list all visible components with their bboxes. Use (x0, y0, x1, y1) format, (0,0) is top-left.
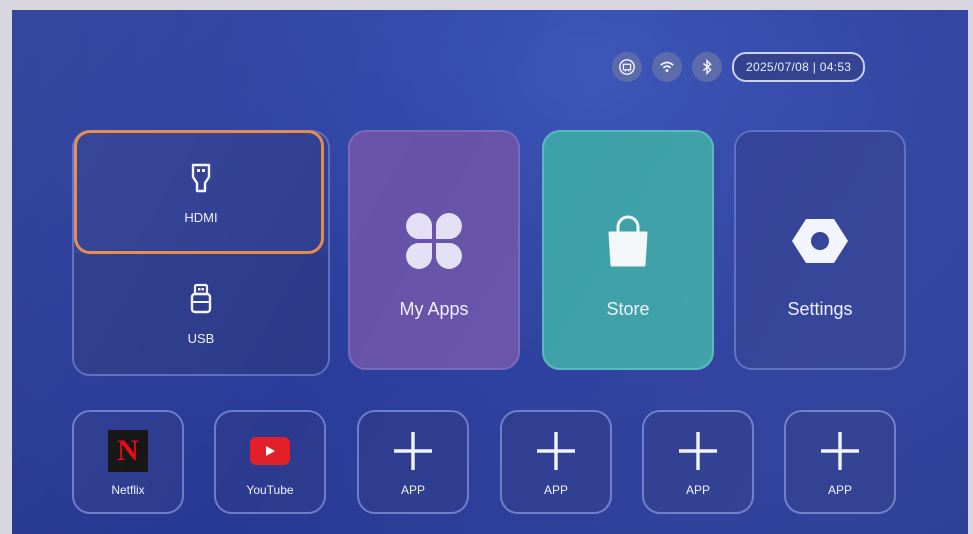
add-app-tile[interactable]: APP (357, 410, 469, 514)
apps-grid-icon (402, 201, 466, 281)
plus-icon (817, 427, 863, 475)
netflix-icon: N (108, 427, 148, 475)
bluetooth-icon (692, 52, 722, 82)
status-bar: 2025/07/08 | 04:53 (612, 52, 866, 82)
date-time: 2025/07/08 | 04:53 (732, 52, 866, 82)
settings-hex-icon (788, 201, 852, 281)
netflix-logo: N (108, 430, 148, 472)
my-apps-tile[interactable]: My Apps (348, 130, 520, 370)
wifi-icon (652, 52, 682, 82)
netflix-label: Netflix (111, 483, 145, 497)
plus-icon (533, 427, 579, 475)
shopping-bag-icon (596, 201, 660, 281)
add-app-tile[interactable]: APP (784, 410, 896, 514)
settings-label: Settings (787, 298, 853, 319)
netflix-tile[interactable]: N Netflix (72, 410, 184, 514)
add-app-label: APP (827, 483, 852, 497)
source-hdmi[interactable]: HDMI (74, 132, 328, 253)
usb-icon (186, 282, 216, 321)
youtube-icon (250, 427, 290, 475)
settings-tile[interactable]: Settings (734, 130, 906, 370)
tv-home-screen: 2025/07/08 | 04:53 HDMI USB My Apps Stor… (12, 10, 968, 534)
add-app-label: APP (685, 483, 710, 497)
plus-icon (675, 427, 721, 475)
usb-label: USB (187, 330, 215, 346)
youtube-label: YouTube (246, 483, 294, 497)
store-tile[interactable]: Store (542, 130, 714, 370)
youtube-logo (250, 437, 290, 465)
ethernet-icon (612, 52, 642, 82)
input-source-panel: HDMI USB (72, 130, 330, 376)
store-label: Store (606, 298, 650, 319)
my-apps-label: My Apps (399, 298, 469, 319)
add-app-label: APP (400, 483, 425, 497)
hdmi-icon (186, 161, 216, 200)
source-usb[interactable]: USB (74, 253, 328, 374)
add-app-tile[interactable]: APP (642, 410, 754, 514)
youtube-tile[interactable]: YouTube (214, 410, 326, 514)
add-app-label: APP (543, 483, 568, 497)
plus-icon (390, 427, 436, 475)
add-app-tile[interactable]: APP (500, 410, 612, 514)
hdmi-label: HDMI (184, 209, 218, 225)
